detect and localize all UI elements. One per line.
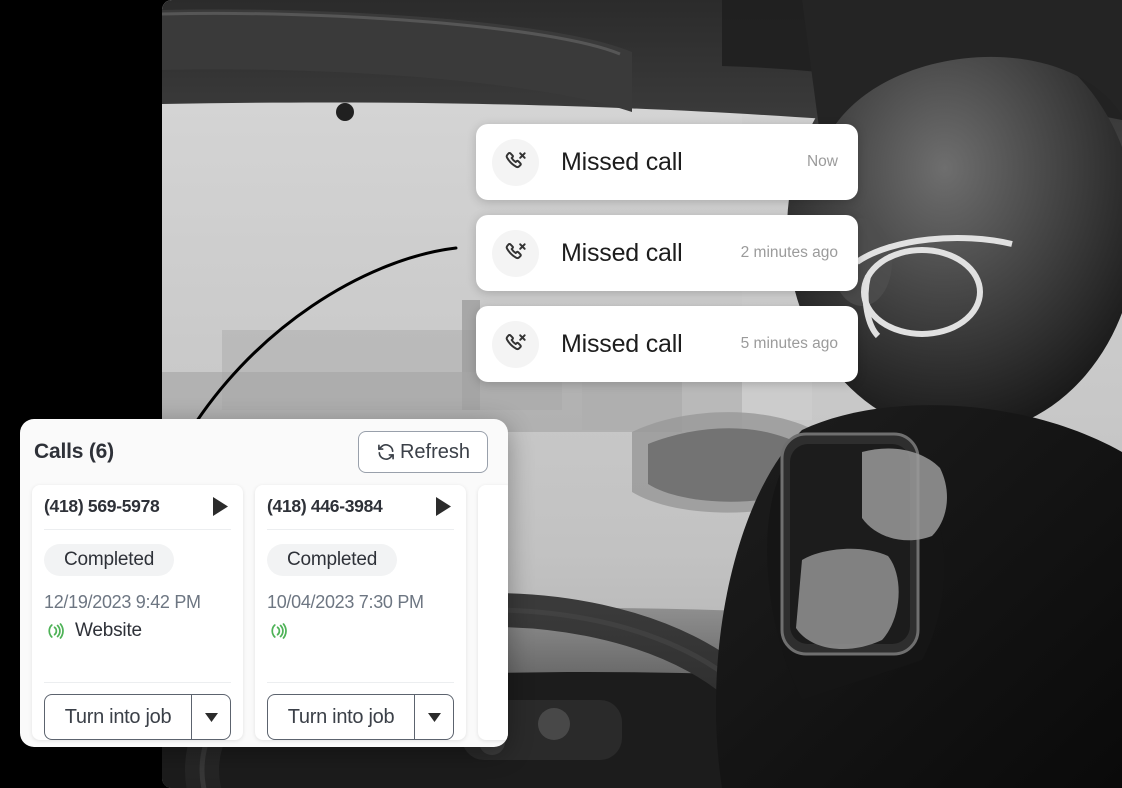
notification-card[interactable]: Missed call Now: [476, 124, 858, 200]
card-divider: [44, 682, 231, 683]
refresh-icon: [376, 442, 396, 462]
notification-time: 2 minutes ago: [740, 244, 838, 261]
status-badge: Completed: [267, 544, 398, 576]
missed-call-icon: [492, 320, 539, 368]
notification-time: 5 minutes ago: [740, 335, 838, 352]
play-icon[interactable]: [209, 495, 231, 517]
call-card-header: (418) 446-3984: [267, 495, 454, 530]
call-source: Website: [44, 618, 231, 644]
broadcast-icon: [44, 620, 66, 642]
status-badge: Completed: [44, 544, 175, 576]
turn-into-job-button[interactable]: Turn into job: [44, 694, 191, 740]
call-card[interactable]: [478, 485, 508, 740]
screenshot-stage: Missed call Now Missed call 2 minutes ag…: [0, 0, 1122, 788]
call-cards-row: (418) 569-5978 Completed 12/19/2023 9:42…: [20, 485, 508, 747]
card-spacer: [267, 644, 454, 682]
chevron-down-icon[interactable]: [191, 694, 231, 740]
refresh-button-label: Refresh: [399, 440, 470, 463]
call-datetime: 12/19/2023 9:42 PM: [44, 592, 201, 612]
chevron-down-icon[interactable]: [414, 694, 454, 740]
call-phone-number: (418) 446-3984: [267, 495, 383, 516]
turn-into-job-split-button: Turn into job: [267, 694, 454, 740]
calls-panel: Calls (6) Refresh (418) 569-5978 Complet…: [20, 419, 508, 747]
card-divider: [267, 682, 454, 683]
call-phone-number: (418) 569-5978: [44, 495, 160, 516]
call-source: [267, 618, 454, 644]
missed-call-icon: [492, 138, 539, 186]
notification-card[interactable]: Missed call 5 minutes ago: [476, 306, 858, 382]
refresh-button[interactable]: Refresh: [357, 431, 488, 473]
notification-card[interactable]: Missed call 2 minutes ago: [476, 215, 858, 291]
calls-panel-header: Calls (6) Refresh: [20, 419, 508, 485]
broadcast-icon: [267, 620, 289, 642]
notification-title: Missed call: [561, 147, 683, 176]
page-title: Calls (6): [34, 440, 114, 463]
missed-call-icon: [492, 229, 539, 277]
notification-title: Missed call: [561, 238, 683, 267]
call-card-header: (418) 569-5978: [44, 495, 231, 530]
card-spacer: [44, 644, 231, 682]
play-icon[interactable]: [432, 495, 454, 517]
missed-call-notification-stack: Missed call Now Missed call 2 minutes ag…: [476, 124, 858, 397]
call-card[interactable]: (418) 446-3984 Completed 10/04/2023 7:30…: [255, 485, 466, 740]
call-card[interactable]: (418) 569-5978 Completed 12/19/2023 9:42…: [32, 485, 243, 740]
call-datetime: 10/04/2023 7:30 PM: [267, 592, 424, 612]
call-source-label: Website: [75, 620, 142, 641]
turn-into-job-button[interactable]: Turn into job: [267, 694, 414, 740]
notification-title: Missed call: [561, 329, 683, 358]
notification-time: Now: [806, 153, 838, 170]
turn-into-job-split-button: Turn into job: [44, 694, 231, 740]
